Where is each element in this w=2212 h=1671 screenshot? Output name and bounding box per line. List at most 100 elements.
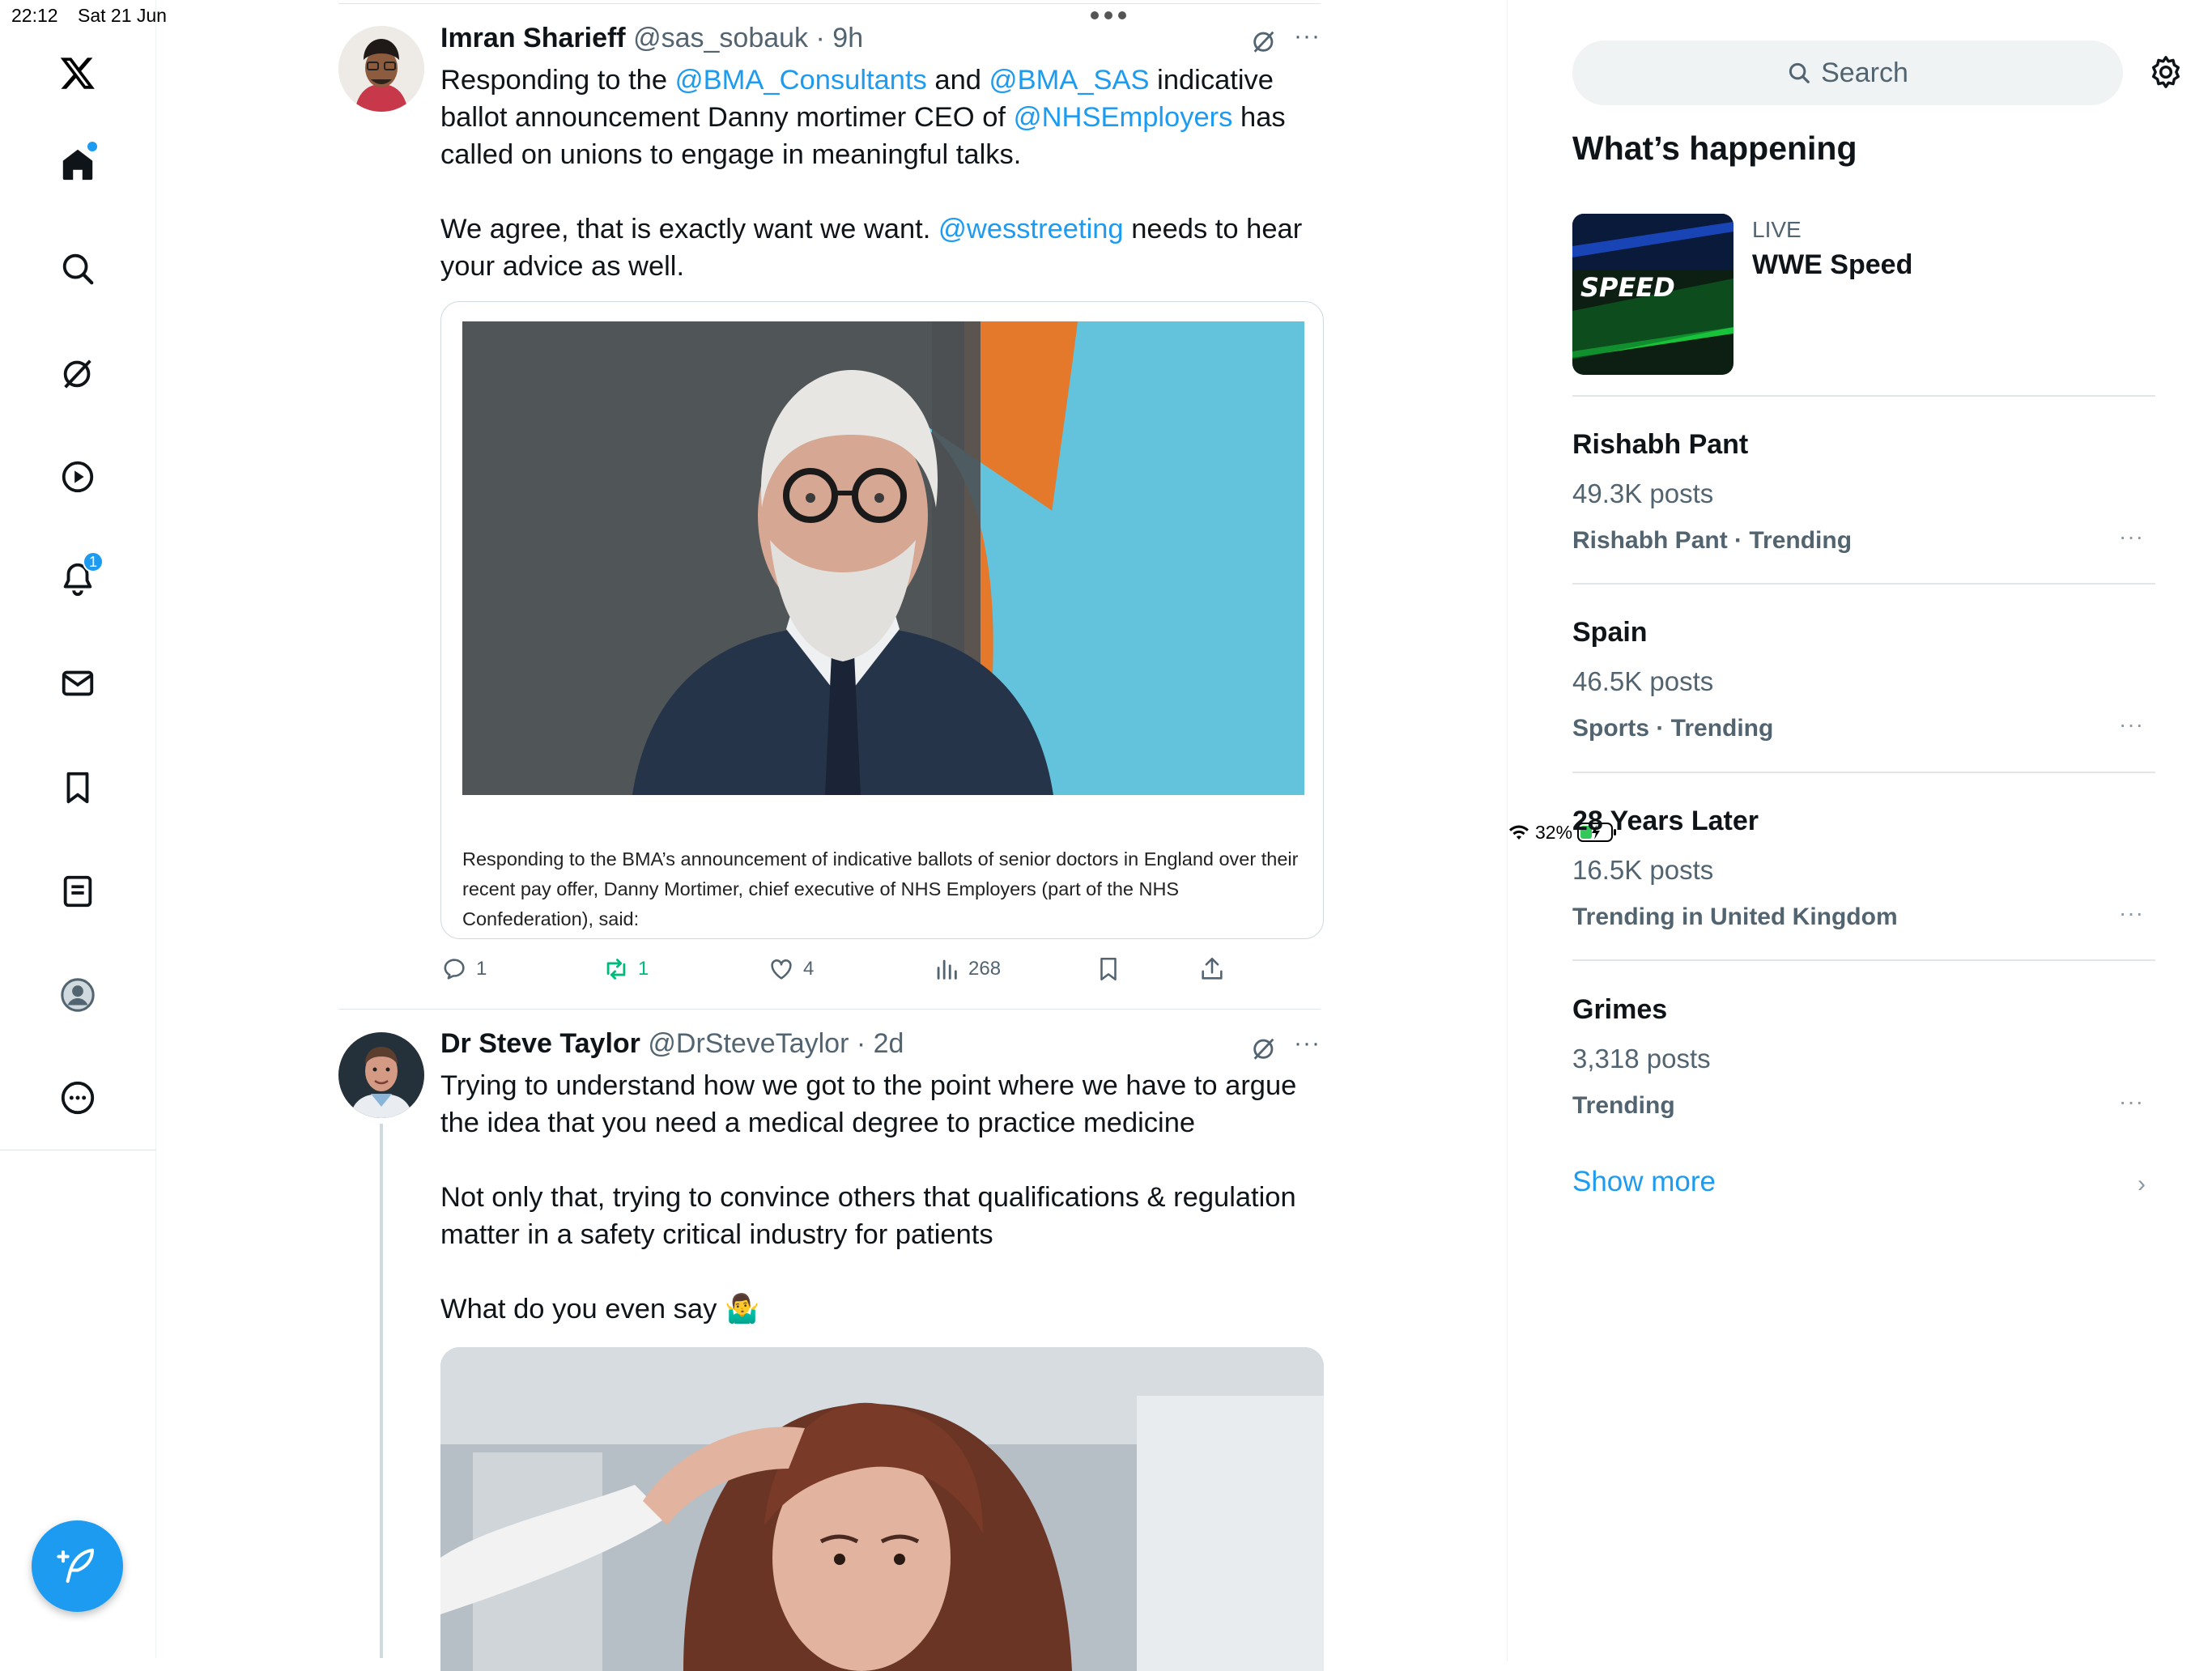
tweet-header: Imran Sharieff @sas_sobauk · 9h [440, 23, 864, 53]
compose-post-button[interactable] [32, 1520, 123, 1612]
trend-count: 3,318 posts [1572, 1044, 1711, 1074]
trend-item[interactable]: Grimes 3,318 posts Trending ··· [1572, 994, 2155, 1120]
text-part: Responding to the [440, 65, 675, 96]
tweet-more-icon[interactable]: ··· [1294, 1030, 1321, 1057]
trend-item[interactable]: 28 Years Later 16.5K posts Trending in U… [1572, 806, 2155, 931]
trend-count: 46.5K posts [1572, 666, 1714, 696]
trend-divider [1572, 583, 2155, 585]
mention-link[interactable]: @BMA_Consultants [675, 65, 927, 96]
trend-count: 16.5K posts [1572, 855, 1714, 885]
trend-meta: Rishabh Pant · Trending [1572, 527, 1853, 554]
grok-explain-icon[interactable] [1250, 28, 1278, 55]
more-options-icon[interactable] [53, 1074, 102, 1122]
tweet-time[interactable]: 2d [874, 1028, 904, 1059]
live-label: LIVE [1752, 217, 1802, 242]
feed-divider [338, 1009, 1321, 1010]
settings-gear-icon[interactable] [2147, 53, 2184, 91]
text-part: We agree, that is exactly want we want. [440, 214, 938, 244]
trend-divider [1572, 772, 2155, 773]
author-name[interactable]: Imran Sharieff [440, 23, 626, 53]
avatar-imran[interactable] [338, 26, 424, 112]
trend-title: Rishabh Pant [1572, 429, 1749, 460]
trend-divider [1572, 395, 2155, 397]
video-play-icon[interactable] [53, 453, 102, 501]
trend-more-icon[interactable]: ··· [2119, 900, 2144, 926]
trend-meta: Trending [1572, 1092, 1675, 1119]
tweet-paragraph: Not only that, trying to convince others… [440, 1182, 1296, 1250]
explore-search-icon[interactable] [53, 244, 102, 293]
reply-count: 1 [476, 958, 487, 980]
live-thumb-text: SPEED [1580, 272, 1675, 303]
author-handle[interactable]: @sas_sobauk [633, 23, 808, 53]
profile-avatar-icon[interactable] [53, 971, 102, 1019]
right-sidebar: Search What’s happening SPEED LIVE WWE S… [1507, 0, 2212, 1658]
repost-icon [606, 959, 626, 980]
show-more-link[interactable]: Show more [1572, 1166, 1716, 1198]
mention-link[interactable]: @NHSEmployers [1014, 102, 1233, 133]
compose-feather-icon [56, 1548, 94, 1583]
search-placeholder: Search [1821, 57, 1908, 88]
bookmark-icon [1100, 957, 1117, 981]
mention-link[interactable]: @BMA_SAS [989, 65, 1150, 96]
text-part: and [926, 65, 989, 96]
trend-meta: Sports · Trending [1572, 715, 1774, 742]
trend-item[interactable]: Spain 46.5K posts Sports · Trending ··· [1572, 617, 2155, 742]
feed-divider [338, 3, 1321, 4]
card-photo[interactable] [462, 321, 1304, 795]
views-count: 268 [968, 958, 1002, 980]
bookmark-button[interactable] [1095, 955, 1122, 983]
timeline-feed: Imran Sharieff @sas_sobauk · 9h ··· Resp… [338, 0, 1324, 1671]
home-icon[interactable] [53, 140, 102, 189]
whats-happening-title: What’s happening [1572, 130, 1857, 167]
trend-more-icon[interactable]: ··· [2119, 1089, 2144, 1115]
left-nav: 1 [0, 0, 156, 1658]
search-input[interactable]: Search [1572, 40, 2123, 105]
repost-count: 1 [638, 958, 649, 980]
author-handle[interactable]: @DrSteveTaylor [648, 1028, 849, 1059]
bookmarks-icon[interactable] [53, 763, 102, 812]
tweet-paragraph: Trying to understand how we got to the p… [440, 1070, 1297, 1138]
tweet-more-icon[interactable]: ··· [1294, 23, 1321, 50]
tweet-paragraph: What do you even say 🤷‍♂️ [440, 1294, 759, 1324]
share-button[interactable] [1198, 955, 1226, 983]
grok-icon[interactable] [53, 349, 102, 398]
live-event-thumbnail[interactable]: SPEED [1572, 214, 1733, 375]
trend-divider [1572, 959, 2155, 961]
tweet-header: Dr Steve Taylor @DrSteveTaylor · 2d [440, 1028, 904, 1059]
notifications-bell-icon[interactable]: 1 [53, 551, 104, 603]
lists-icon[interactable] [53, 867, 102, 916]
search-icon [1789, 62, 1810, 83]
like-button[interactable]: 4 [768, 955, 814, 983]
like-count: 4 [803, 958, 815, 980]
x-logo-icon[interactable] [53, 49, 102, 97]
author-name[interactable]: Dr Steve Taylor [440, 1028, 640, 1059]
tweet-time[interactable]: 9h [832, 23, 863, 53]
notifications-badge: 1 [83, 551, 104, 572]
tweet-text: Responding to the @BMA_Consultants and @… [440, 62, 1331, 285]
trend-item[interactable]: Rishabh Pant 49.3K posts Rishabh Pant · … [1572, 429, 2155, 555]
heart-icon [771, 959, 792, 980]
tweet-media-gif[interactable] [440, 1347, 1324, 1671]
trend-title: Grimes [1572, 994, 1668, 1025]
grok-explain-icon[interactable] [1250, 1035, 1278, 1062]
reply-button[interactable]: 1 [440, 955, 487, 983]
reply-icon [444, 959, 465, 980]
trend-meta: Trending in United Kingdom [1572, 904, 1898, 930]
trend-more-icon[interactable]: ··· [2119, 712, 2144, 738]
card-caption: Responding to the BMA’s announcement of … [462, 848, 1299, 929]
avatar-steve[interactable] [338, 1032, 424, 1118]
mention-link[interactable]: @wesstreeting [938, 214, 1124, 244]
link-card[interactable]: Responding to the BMA’s announcement of … [440, 301, 1324, 939]
tweet-text: Trying to understand how we got to the p… [440, 1067, 1331, 1328]
trend-count: 49.3K posts [1572, 478, 1714, 508]
chevron-right-icon: › [2138, 1171, 2146, 1197]
views-button[interactable]: 268 [933, 955, 1001, 983]
repost-button[interactable]: 1 [602, 955, 649, 983]
thread-connector [380, 1124, 383, 1658]
trend-more-icon[interactable]: ··· [2119, 524, 2144, 550]
tweet-actions: 1 1 4 268 [440, 955, 1250, 988]
live-title[interactable]: WWE Speed [1752, 249, 1912, 281]
views-chart-icon [937, 959, 957, 980]
messages-envelope-icon[interactable] [53, 659, 102, 708]
trend-title: Spain [1572, 617, 1648, 648]
